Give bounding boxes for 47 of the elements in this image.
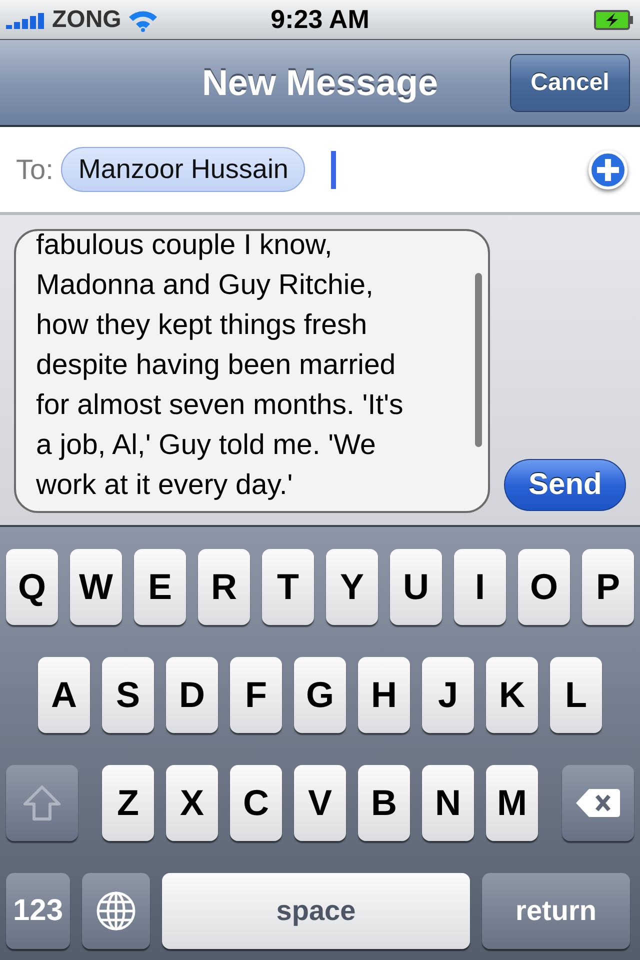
letter-key[interactable]: K (486, 657, 538, 733)
backspace-icon (575, 787, 621, 819)
letter-key[interactable]: M (486, 765, 538, 841)
letter-key[interactable]: W (70, 549, 122, 625)
letter-key[interactable]: A (38, 657, 90, 733)
letter-key[interactable]: V (294, 765, 346, 841)
letter-key[interactable]: R (198, 549, 250, 625)
text-cursor (331, 150, 336, 188)
letter-key[interactable]: E (134, 549, 186, 625)
letter-key[interactable]: L (550, 657, 602, 733)
globe-icon (95, 890, 137, 932)
letter-key[interactable]: Z (102, 765, 154, 841)
message-text: fabulous couple I know, Madonna and Guy Ritchie, how they kept things fresh despite having been married for almost seven months. 'It's a job, Al,' Guy told me. 'We work at it every day.' (35, 231, 404, 503)
letter-key[interactable]: T (262, 549, 314, 625)
to-label: To: (16, 154, 54, 186)
shift-arrow-icon (22, 784, 62, 822)
letter-key[interactable]: D (166, 657, 218, 733)
letter-key[interactable]: B (358, 765, 410, 841)
letter-key[interactable]: Q (6, 549, 58, 625)
status-time: 9:23 AM (270, 4, 370, 35)
letter-key[interactable]: X (166, 765, 218, 841)
letter-key[interactable]: F (230, 657, 282, 733)
battery-charging-icon (594, 10, 634, 30)
letter-key[interactable]: C (230, 765, 282, 841)
recipient-field[interactable]: To: Manzoor Hussain (0, 127, 640, 215)
globe-key[interactable] (82, 873, 150, 949)
letter-key[interactable]: S (102, 657, 154, 733)
letter-key[interactable]: U (390, 549, 442, 625)
screen-title: New Message (202, 62, 438, 104)
delete-key[interactable] (562, 765, 634, 841)
numbers-key[interactable]: 123 (6, 873, 70, 949)
letter-key[interactable]: O (518, 549, 570, 625)
signal-icon (6, 10, 46, 28)
letter-key[interactable]: I (454, 549, 506, 625)
return-key[interactable]: return (482, 873, 630, 949)
letter-key[interactable]: Y (326, 549, 378, 625)
letter-key[interactable]: J (422, 657, 474, 733)
cancel-button[interactable]: Cancel (510, 54, 630, 112)
space-key[interactable]: space (162, 873, 470, 949)
letter-key[interactable]: H (358, 657, 410, 733)
letter-key[interactable]: G (294, 657, 346, 733)
send-button[interactable]: Send (504, 459, 626, 511)
letter-key[interactable]: P (582, 549, 634, 625)
letter-key[interactable]: N (422, 765, 474, 841)
message-field[interactable]: fabulous couple I know, Madonna and Guy Ritchie, how they kept things fresh despite having been married for almost seven months. 'It's a job, Al,' Guy told me. 'We work at it every day.' (14, 229, 490, 513)
carrier-name: ZONG (52, 6, 122, 34)
recipient-chip[interactable]: Manzoor Hussain (61, 147, 306, 192)
